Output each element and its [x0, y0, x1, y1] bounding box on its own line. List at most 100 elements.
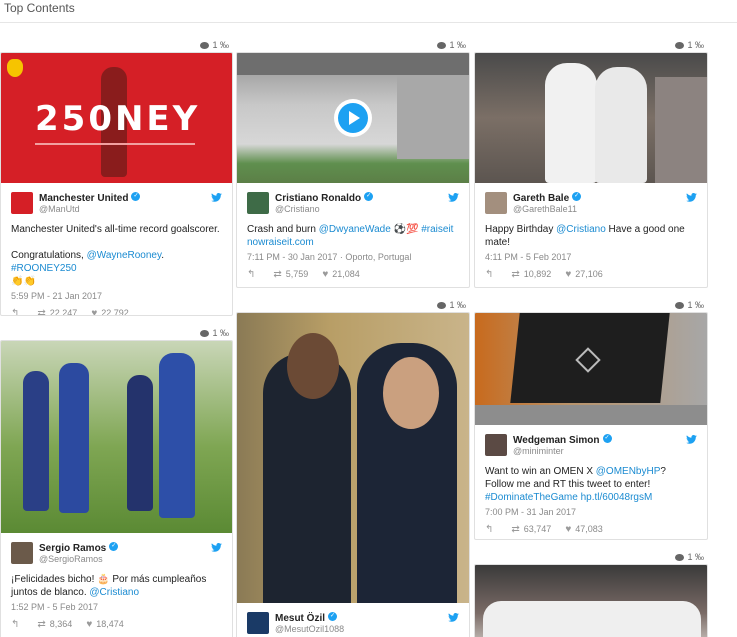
- tweet-card-bale[interactable]: Gareth Bale ✓ @GarethBale11 Happy Birthda…: [474, 52, 708, 288]
- author-name[interactable]: Cristiano Ronaldo: [275, 193, 361, 204]
- twitter-bird-icon[interactable]: [211, 193, 222, 202]
- like-count: 22,792: [101, 308, 129, 316]
- page-title: Top Contents: [4, 1, 75, 15]
- tweet-card-ozil[interactable]: Mesut Özil ✓ @MesutOzil1088: [236, 312, 470, 637]
- tweet-card-ronaldo[interactable]: Cristiano Ronaldo ✓ @Cristiano Crash and …: [236, 52, 470, 288]
- url-link[interactable]: hp.tl/60048rgsM: [578, 492, 653, 503]
- comment-icon: [675, 554, 685, 562]
- card-meta: 1 ‰: [0, 326, 233, 340]
- reply-icon[interactable]: ↰: [11, 308, 19, 316]
- tweet-timestamp[interactable]: 4:11 PM - 5 Feb 2017: [485, 252, 697, 262]
- author-handle[interactable]: @MesutOzil1088: [275, 624, 344, 635]
- avatar[interactable]: [247, 192, 269, 214]
- reply-icon[interactable]: ↰: [485, 269, 493, 280]
- play-button[interactable]: [334, 99, 372, 137]
- tweet-card-manutd[interactable]: 250NEY Manchester United ✓ @ManUtd Manche…: [0, 52, 233, 316]
- url-link[interactable]: nowraiseit.com: [247, 237, 314, 248]
- verified-icon: ✓: [109, 542, 119, 552]
- twitter-bird-icon[interactable]: [448, 613, 459, 622]
- player-figure: [545, 63, 597, 183]
- card-meta: 1 ‰: [0, 38, 233, 52]
- avatar[interactable]: [485, 192, 507, 214]
- avatar[interactable]: [11, 192, 33, 214]
- author-handle[interactable]: @ManUtd: [39, 204, 140, 215]
- avatar[interactable]: [11, 542, 33, 564]
- reply-icon[interactable]: ↰: [11, 619, 19, 630]
- retweet-count: 5,759: [285, 269, 309, 279]
- tweet-timestamp[interactable]: 5:59 PM - 21 Jan 2017: [11, 291, 222, 301]
- author-handle[interactable]: @SergioRamos: [39, 554, 118, 565]
- retweet-icon[interactable]: ⇄: [273, 269, 281, 280]
- twitter-bird-icon[interactable]: [686, 193, 697, 202]
- author-handle[interactable]: @Cristiano: [275, 204, 373, 215]
- twitter-bird-icon[interactable]: [448, 193, 459, 202]
- mention-link[interactable]: @OMENbyHP: [596, 466, 661, 477]
- retweet-icon[interactable]: ⇄: [511, 524, 519, 535]
- author-name[interactable]: Sergio Ramos: [39, 543, 106, 554]
- comment-icon: [200, 42, 210, 50]
- author-name[interactable]: Gareth Bale: [513, 193, 569, 204]
- comment-icon: [200, 330, 210, 338]
- tweet-card-ramos[interactable]: Sergio Ramos ✓ @SergioRamos ¡Felicidades …: [0, 340, 233, 637]
- tweet-image[interactable]: [237, 313, 469, 603]
- card-meta: 1 ‰: [474, 298, 708, 312]
- like-icon[interactable]: ♥: [565, 269, 571, 280]
- reply-icon[interactable]: ↰: [247, 269, 255, 280]
- tweet-image[interactable]: [475, 53, 707, 183]
- mention-link[interactable]: @WayneRooney: [87, 250, 162, 261]
- like-count: 27,106: [575, 269, 603, 279]
- retweet-count: 8,364: [49, 619, 73, 629]
- card-meta: 1 ‰: [474, 38, 708, 52]
- mention-link[interactable]: @Cristiano: [556, 224, 606, 235]
- author-handle[interactable]: @miniminter: [513, 446, 612, 457]
- retweet-icon[interactable]: ⇄: [37, 619, 45, 630]
- hashtag-link[interactable]: #DominateTheGame: [485, 492, 578, 503]
- like-icon[interactable]: ♥: [322, 269, 328, 280]
- twitter-bird-icon[interactable]: [211, 543, 222, 552]
- face: [287, 333, 339, 399]
- like-icon[interactable]: ♥: [565, 524, 571, 535]
- comment-icon: [675, 302, 685, 310]
- author-name[interactable]: Mesut Özil: [275, 613, 325, 624]
- verified-icon: ✓: [131, 192, 141, 202]
- like-icon[interactable]: ♥: [86, 619, 92, 630]
- tweet-video[interactable]: [237, 53, 469, 183]
- tweet-card-simon[interactable]: Wedgeman Simon ✓ @miniminter Want to win …: [474, 312, 708, 540]
- column-3: 1 ‰ Gareth Bale ✓ @GarethBale11 Happy Bir…: [474, 38, 708, 637]
- retweet-icon[interactable]: ⇄: [511, 269, 519, 280]
- comment-icon: [437, 42, 447, 50]
- avatar[interactable]: [485, 434, 507, 456]
- tweet-image[interactable]: 250NEY: [1, 53, 232, 183]
- player-figure: [159, 353, 195, 518]
- hashtag-link[interactable]: #ROONEY250: [11, 263, 77, 274]
- retweet-icon[interactable]: ⇄: [37, 308, 45, 316]
- tweet-image[interactable]: [475, 565, 707, 637]
- verified-icon: ✓: [572, 192, 582, 202]
- player-figure: [127, 375, 153, 511]
- author-name[interactable]: Manchester United: [39, 193, 128, 204]
- like-icon[interactable]: ♥: [91, 308, 97, 316]
- tweet-timestamp[interactable]: 7:00 PM - 31 Jan 2017: [485, 507, 697, 517]
- club-crest-icon: [7, 59, 23, 77]
- tweet-image[interactable]: [475, 313, 707, 425]
- tweet-text: ¡Felicidades bicho! 🎂 Por más cumpleaños…: [11, 574, 207, 598]
- tweet-text: Happy Birthday @Cristiano Have a good on…: [485, 224, 685, 248]
- card-meta: 1 ‰: [236, 38, 470, 52]
- retweet-count: 10,892: [523, 269, 552, 279]
- tweet-image[interactable]: [1, 341, 232, 533]
- author-name[interactable]: Wedgeman Simon: [513, 435, 600, 446]
- twitter-bird-icon[interactable]: [686, 435, 697, 444]
- hashtag-link[interactable]: #raiseit: [421, 224, 453, 235]
- reply-icon[interactable]: ↰: [485, 524, 493, 535]
- mention-link[interactable]: @Cristiano: [89, 587, 139, 598]
- tweet-timestamp[interactable]: 7:11 PM - 30 Jan 2017 · Oporto, Portugal: [247, 252, 459, 262]
- crowd: [655, 77, 707, 183]
- tweet-timestamp[interactable]: 1:52 PM - 5 Feb 2017: [11, 602, 222, 612]
- group-figures: [483, 601, 701, 637]
- tweet-card-team[interactable]: [474, 564, 708, 637]
- author-handle[interactable]: @GarethBale11: [513, 204, 581, 215]
- mention-link[interactable]: @DwyaneWade: [319, 224, 391, 235]
- avatar[interactable]: [247, 612, 269, 634]
- verified-icon: ✓: [364, 192, 374, 202]
- retweet-count: 22,247: [49, 308, 78, 316]
